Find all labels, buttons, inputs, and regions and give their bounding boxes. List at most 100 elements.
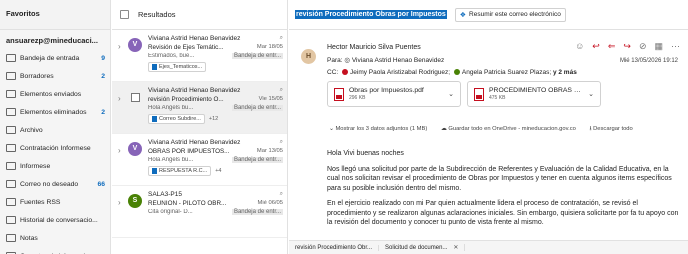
archive-icon (6, 126, 16, 134)
item-subject: Revisión de Ejes Temátic... (148, 44, 224, 51)
item-preview: Hola Angels bu... (148, 157, 194, 163)
folder-count: 2 (101, 72, 105, 80)
close-icon[interactable]: ✕ (453, 245, 458, 251)
item-preview-row: Hola Angels bu... Bandeja de entr... (148, 105, 283, 111)
reading-header: revisión Procedimiento Obras por Impuest… (289, 0, 688, 30)
item-attachment: Correo Subdire... +12 (148, 114, 218, 124)
avatar: V (128, 142, 142, 156)
cc-recipient-1[interactable]: Jeimy Paola Aristizabal Rodriguez; (350, 69, 450, 76)
attachment-chip[interactable]: Ejes_Tematicos... (148, 62, 207, 72)
item-sender-row: Viviana Astrid Henao Benavidez ⌕ (148, 35, 283, 42)
item-preview: Estimados, bue... (148, 53, 195, 59)
folder-label: Elementos enviados (20, 90, 82, 98)
chevron-right-icon[interactable]: › (118, 146, 121, 155)
reply-all-icon[interactable]: ⇐ (608, 41, 616, 52)
folder-item[interactable]: Informese (0, 157, 110, 175)
email-subject[interactable]: revisión Procedimiento Obras por Impuest… (295, 10, 447, 19)
list-item[interactable]: › Viviana Astrid Henao Benavidez ⌕ revisión… (112, 82, 287, 134)
show-attachments-label: Mostrar los 3 datos adjuntos (1 MB) (335, 126, 428, 132)
to-recipient[interactable]: Viviana Astrid Henao Benavidez (352, 57, 444, 64)
folder-item[interactable]: Elementos enviados (0, 85, 110, 103)
chevron-down-icon[interactable]: ⌄ (448, 90, 454, 98)
item-date: Mar 13/05 (256, 148, 283, 154)
sender-avatar[interactable]: H (301, 49, 316, 64)
item-subject-row: OBRAS POR IMPUESTOS... Mar 13/05 (148, 148, 283, 155)
file-icon (152, 64, 157, 70)
message-items: › V Viviana Astrid Henao Benavidez ⌕ Revisió… (112, 30, 287, 238)
reply-icon[interactable]: ↩ (592, 41, 600, 52)
item-sender-row: SALA3-P15 ⌕ (148, 191, 283, 198)
show-attachments-link[interactable]: ⌄ Mostrar los 3 datos adjuntos (1 MB) (329, 126, 433, 132)
item-sender: SALA3-P15 (148, 191, 182, 198)
folder-item[interactable]: Correo no deseado 66 (0, 175, 110, 193)
chevron-down-icon[interactable]: ⌄ (588, 90, 594, 98)
folder-item[interactable]: Fuentes RSS (0, 193, 110, 211)
cc-more-link[interactable]: y 2 más (553, 69, 577, 76)
list-item[interactable]: › S SALA3-P15 ⌕ REUNION - PILOTO OBR... Mié 0… (112, 186, 287, 238)
attachment-name: Correo Subdire... (159, 116, 201, 122)
item-date: Mar 18/05 (256, 44, 283, 50)
attachment-more: +12 (208, 116, 219, 122)
select-all-checkbox[interactable] (120, 10, 129, 19)
window-tab[interactable]: Solicitud de documen... ✕ (379, 244, 466, 251)
item-subject-row: revisión Procedimiento O... Vie 15/05 (148, 96, 283, 103)
immersive-reader-icon[interactable]: ▦ (654, 41, 663, 52)
folder-item[interactable]: Historial de conversacio... (0, 211, 110, 229)
item-folder-badge: Bandeja de entr... (231, 157, 283, 163)
folder-item[interactable]: Carpetas de búsqueda (0, 247, 110, 254)
attachment-size: 475 KB (489, 95, 506, 101)
chevron-right-icon[interactable]: › (118, 198, 121, 207)
folder-item[interactable]: Contratación Informese (0, 139, 110, 157)
folder-label: Contratación Informese (20, 144, 91, 152)
download-all-link[interactable]: ⭳ Descargar todo (589, 126, 638, 132)
item-preview-row: Hola Angels bu... Bandeja de entr... (148, 157, 283, 163)
attachment-size: 296 KB (349, 95, 366, 101)
more-actions-icon[interactable]: ⋯ (671, 41, 680, 52)
summarize-button[interactable]: ❖ Resumir este correo electrónico (454, 7, 566, 22)
folder-label: Fuentes RSS (20, 198, 61, 206)
folder-pane: Favoritos ansuarezp@mineducaci... Bandej… (0, 0, 111, 254)
attachment-card[interactable]: Obras por Impuestos.pdf 296 KB ⌄ (327, 81, 461, 107)
emoji-icon[interactable]: ☺ (575, 41, 584, 52)
inbox-icon (6, 54, 16, 62)
forward-icon[interactable]: ↪ (623, 41, 631, 52)
attachment-list: Obras por Impuestos.pdf 296 KB ⌄ PROCEDIMIE… (327, 81, 601, 107)
item-sender: Viviana Astrid Henao Benavidez (148, 35, 241, 42)
folder-item[interactable]: Notas (0, 229, 110, 247)
folder-item[interactable]: Bandeja de entrada 9 (0, 49, 110, 67)
attachment-chip[interactable]: Correo Subdire... (148, 114, 205, 124)
avatar: S (128, 194, 142, 208)
item-preview: Cita original- D... (148, 209, 193, 215)
item-subject-row: REUNION - PILOTO OBR... Mié 06/05 (148, 200, 283, 207)
window-tab[interactable]: revisión Procedimiento Obr... (289, 244, 380, 251)
folder-item[interactable]: Elementos eliminados 2 (0, 103, 110, 121)
attachment-icon: ⌕ (279, 35, 283, 41)
folder-item[interactable]: Archivo (0, 121, 110, 139)
save-onedrive-link[interactable]: ☁ Guardar todo en OneDrive - mineducacio… (441, 126, 582, 132)
attachment-name: RESPUESTA R.C... (159, 168, 208, 174)
chevron-right-icon[interactable]: › (118, 42, 121, 51)
attachment-chip[interactable]: RESPUESTA R.C... (148, 166, 212, 176)
chevron-right-icon[interactable]: › (118, 94, 121, 103)
message-list: Resultados › V Viviana Astrid Henao Benavi… (112, 0, 288, 254)
item-checkbox[interactable] (131, 93, 140, 102)
item-subject: REUNION - PILOTO OBR... (148, 200, 227, 207)
attachment-card[interactable]: PROCEDIMIENTO OBRAS PO... 475 KB ⌄ (467, 81, 601, 107)
sender-name[interactable]: Hector Mauricio Silva Puentes (327, 44, 421, 51)
item-sender: Viviana Astrid Henao Benavidez (148, 87, 241, 94)
email-paragraph-2: En el ejercicio realizado con mi Par qui… (327, 200, 679, 226)
folder-item[interactable]: Borradores 2 (0, 67, 110, 85)
cc-recipient-2[interactable]: Angela Patricia Suarez Plazas; (462, 69, 551, 76)
attachment-name: Obras por Impuestos.pdf (349, 87, 424, 94)
item-date: Mié 06/05 (257, 200, 283, 206)
tab-label: Solicitud de documen... (385, 245, 448, 251)
list-item[interactable]: › V Viviana Astrid Henao Benavidez ⌕ Revisió… (112, 30, 287, 82)
attachment-icon: ⌕ (279, 87, 283, 93)
list-header: Resultados (112, 0, 287, 30)
favorites-header[interactable]: Favoritos (0, 0, 110, 30)
item-sender-row: Viviana Astrid Henao Benavidez ⌕ (148, 139, 283, 146)
copilot-action-icon[interactable]: ⊘ (639, 41, 647, 52)
item-attachment: Ejes_Tematicos... (148, 62, 207, 72)
list-item[interactable]: › V Viviana Astrid Henao Benavidez ⌕ OBRAS P… (112, 134, 287, 186)
account-name[interactable]: ansuarezp@mineducaci... (0, 30, 110, 49)
